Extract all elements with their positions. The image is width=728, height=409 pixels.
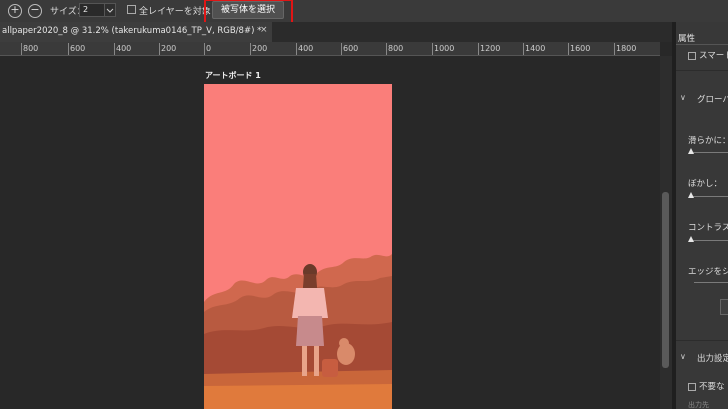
add-to-selection-icon[interactable]: + [8, 3, 22, 18]
all-layers-label: 全レイヤーを対象 [139, 7, 211, 17]
ruler-tick [386, 43, 387, 55]
output-settings-label[interactable]: 出力設定 [697, 352, 728, 364]
panel-separator [676, 340, 728, 341]
output-to-label: 出力先 [688, 401, 709, 409]
ruler-label: 800 [388, 44, 404, 53]
chevron-down-icon[interactable]: ∨ [680, 93, 686, 102]
size-dropdown-chevron-icon[interactable] [104, 3, 116, 17]
shift-edge-slider-track[interactable] [694, 282, 728, 283]
ruler-label: 1400 [525, 44, 546, 53]
document-tab[interactable]: allpaper2020_8 @ 31.2% (takerukuma0146_T… [0, 22, 272, 42]
vertical-scroll-thumb[interactable] [662, 192, 669, 368]
contrast-label: コントラスト [688, 223, 728, 233]
ruler-label: 1200 [480, 44, 501, 53]
global-refinements-label[interactable]: グローバ [697, 93, 728, 105]
ruler-label: 400 [116, 44, 132, 53]
document-tab-strip: allpaper2020_8 @ 31.2% (takerukuma0146_T… [0, 22, 672, 42]
properties-panel: 属性 スマート ∨ グローバ 滑らかに： ぼかし： コントラスト エッジをシフ … [676, 22, 728, 409]
feather-slider-knob[interactable] [688, 192, 694, 198]
ruler-tick [250, 43, 251, 55]
close-tab-icon[interactable]: × [260, 25, 268, 35]
ruler-tick [341, 43, 342, 55]
ruler-tick [614, 43, 615, 55]
ruler-label: 1800 [616, 44, 637, 53]
ruler-label: 0 [206, 44, 212, 53]
smooth-label: 滑らかに： [688, 136, 728, 146]
ruler-tick [568, 43, 569, 55]
ruler-label: 800 [23, 44, 39, 53]
photo-with-mask-overlay [204, 84, 392, 409]
decontaminate-colors-label: 不要な [699, 382, 725, 392]
ruler-tick [68, 43, 69, 55]
feather-label: ぼかし： [688, 179, 723, 189]
contrast-slider-knob[interactable] [688, 236, 694, 242]
smooth-slider-knob[interactable] [688, 148, 694, 154]
ruler-tick [432, 43, 433, 55]
vertical-scrollbar[interactable] [660, 56, 672, 409]
ruler-label: 200 [252, 44, 268, 53]
ruler-tick [296, 43, 297, 55]
ruler-tick [478, 43, 479, 55]
panel-header-divider [676, 44, 728, 45]
ruler-tick [523, 43, 524, 55]
size-input[interactable]: 2 [79, 3, 106, 17]
panel-button[interactable] [720, 299, 728, 315]
artboard-image[interactable] [204, 84, 392, 409]
panel-separator [676, 70, 728, 71]
smart-radius-checkbox[interactable] [688, 52, 696, 60]
ruler-label: 200 [161, 44, 177, 53]
ruler-label: 600 [343, 44, 359, 53]
artboard-label[interactable]: アートボード 1 [205, 70, 261, 81]
ruler-label: 400 [298, 44, 314, 53]
ruler-tick [204, 43, 205, 55]
panel-tab-properties[interactable]: 属性 [678, 32, 695, 44]
ruler-tick [114, 43, 115, 55]
ruler-label: 1000 [434, 44, 455, 53]
smooth-slider-track[interactable] [690, 152, 728, 153]
horizontal-ruler: 800 600 400 200 0 200 400 600 800 1000 1… [0, 42, 660, 56]
decontaminate-colors-checkbox[interactable] [688, 383, 696, 391]
ruler-label: 600 [70, 44, 86, 53]
subtract-from-selection-icon[interactable]: − [28, 3, 42, 18]
document-tab-title: allpaper2020_8 @ 31.2% (takerukuma0146_T… [2, 26, 262, 36]
options-bar: + − サイズ： 2 全レイヤーを対象 被写体を選択 [0, 0, 728, 25]
contrast-slider-track[interactable] [690, 240, 728, 241]
feather-slider-track[interactable] [690, 196, 728, 197]
all-layers-checkbox[interactable] [127, 5, 136, 14]
shift-edge-label: エッジをシフ [688, 267, 728, 277]
smart-radius-label: スマート [699, 51, 728, 61]
ruler-label: 1600 [570, 44, 591, 53]
chevron-down-icon[interactable]: ∨ [680, 352, 686, 361]
ruler-tick [21, 43, 22, 55]
ruler-tick [159, 43, 160, 55]
